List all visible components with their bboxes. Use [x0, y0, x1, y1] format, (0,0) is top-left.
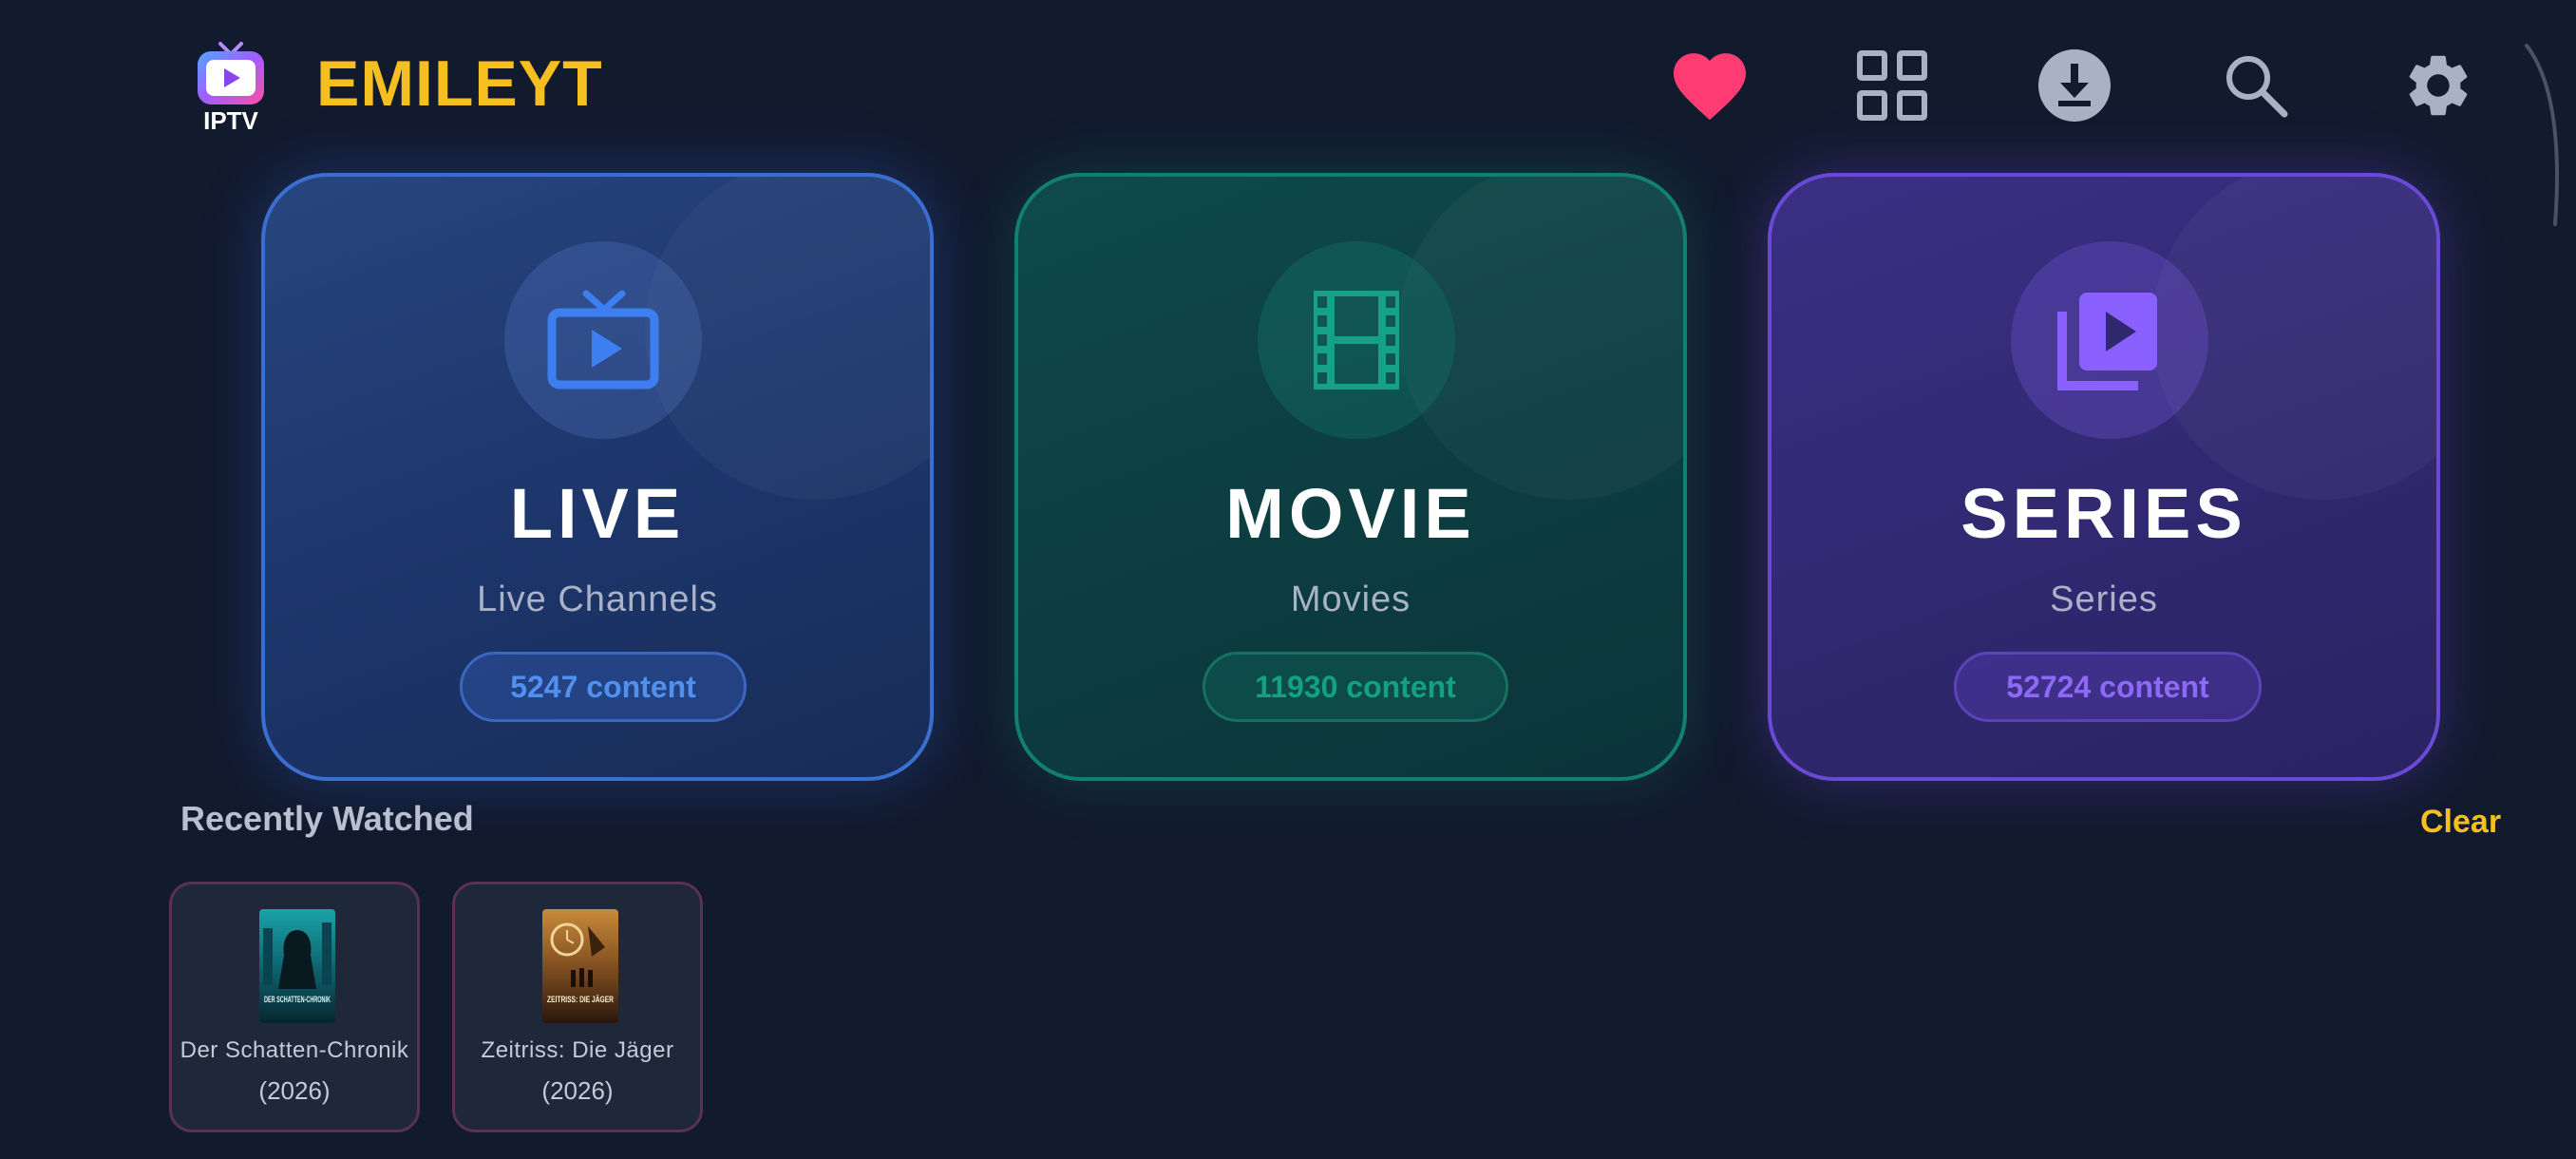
- download-icon: [2038, 49, 2111, 122]
- item-year: (2026): [258, 1076, 331, 1105]
- poster-image: DER SCHATTEN-CHRONIK: [259, 909, 335, 1023]
- tv-icon: [547, 290, 659, 390]
- recently-watched-title: Recently Watched: [180, 799, 474, 838]
- poster-title-text: ZEITRISS: DIE JÄGER: [547, 995, 614, 1004]
- content-count-badge: 11930 content: [1203, 652, 1508, 722]
- series-category-card[interactable]: SERIES Series 52724 content: [1768, 173, 2440, 781]
- movie-category-card[interactable]: MOVIE Movies 11930 content: [1014, 173, 1687, 781]
- clear-history-button[interactable]: Clear: [2420, 801, 2501, 843]
- top-bar: IPTV EMILEYT: [0, 0, 2576, 226]
- search-icon: [2226, 56, 2288, 118]
- series-icon-circle: [2011, 241, 2208, 439]
- item-title: Der Schatten-Chronik: [180, 1037, 409, 1063]
- app-title: EMILEYT: [316, 48, 603, 120]
- heart-icon: [1674, 53, 1746, 121]
- logo-text: IPTV: [203, 106, 258, 133]
- item-title: Zeitriss: Die Jäger: [481, 1037, 674, 1063]
- favorites-button[interactable]: [1662, 38, 1757, 133]
- downloads-button[interactable]: [2027, 38, 2122, 133]
- live-icon-circle: [504, 241, 702, 439]
- gear-icon: [2409, 55, 2468, 116]
- search-button[interactable]: [2208, 38, 2303, 133]
- item-year: (2026): [541, 1076, 614, 1105]
- grid-icon: [1857, 50, 1927, 121]
- iptv-logo-icon: IPTV: [198, 42, 264, 135]
- poster-thumbnail: DER SCHATTEN-CHRONIK: [259, 909, 335, 1023]
- card-subtitle: Live Channels: [477, 580, 718, 619]
- card-subtitle: Movies: [1290, 580, 1411, 619]
- settings-button[interactable]: [2391, 38, 2486, 133]
- recently-watched-item[interactable]: ZEITRISS: DIE JÄGER Zeitriss: Die Jäger …: [452, 882, 703, 1132]
- card-subtitle: Series: [2050, 580, 2158, 619]
- poster-image: ZEITRISS: DIE JÄGER: [542, 909, 618, 1023]
- card-title: MOVIE: [1225, 474, 1476, 553]
- scroll-indicator[interactable]: [2517, 38, 2574, 228]
- recently-watched-item[interactable]: DER SCHATTEN-CHRONIK Der Schatten-Chroni…: [169, 882, 420, 1132]
- film-icon: [1314, 291, 1399, 390]
- poster-title-text: DER SCHATTEN-CHRONIK: [264, 995, 331, 1004]
- app-logo: IPTV: [190, 38, 272, 135]
- content-count-badge: 5247 content: [460, 652, 747, 722]
- content-count-badge: 52724 content: [1954, 652, 2262, 722]
- video-library-icon: [2057, 293, 2157, 390]
- movie-icon-circle: [1258, 241, 1455, 439]
- card-title: SERIES: [1960, 474, 2247, 553]
- live-category-card[interactable]: LIVE Live Channels 5247 content: [261, 173, 934, 781]
- poster-thumbnail: ZEITRISS: DIE JÄGER: [542, 909, 618, 1023]
- card-title: LIVE: [509, 474, 686, 553]
- categories-grid-button[interactable]: [1845, 38, 1940, 133]
